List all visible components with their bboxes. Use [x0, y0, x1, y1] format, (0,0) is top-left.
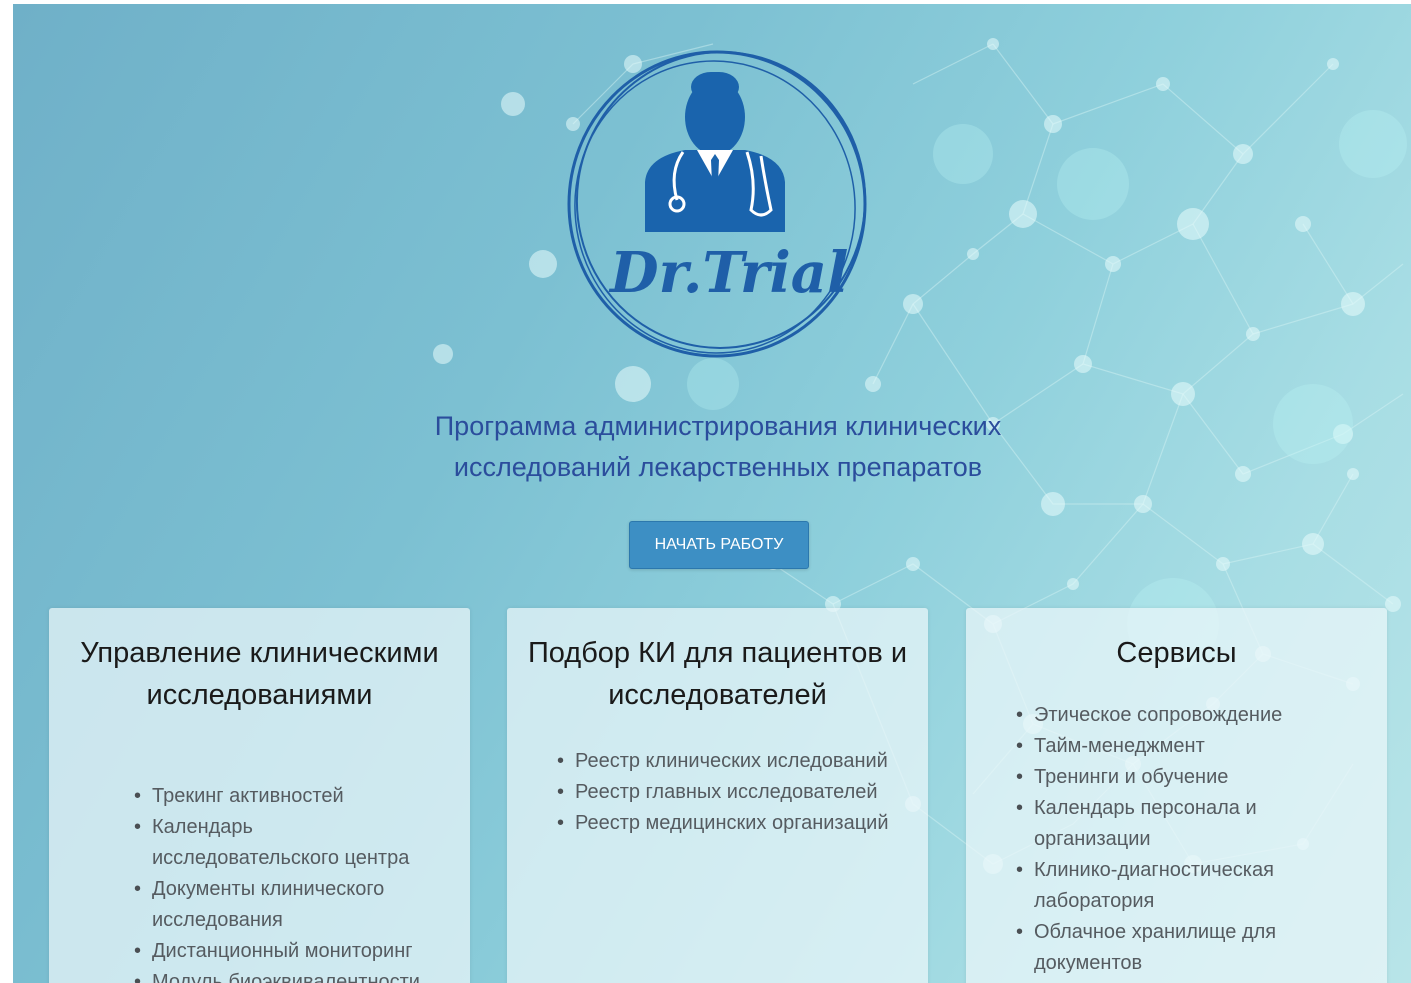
start-work-button[interactable]: НАЧАТЬ РАБОТУ: [629, 521, 809, 569]
subtitle-line-1: Программа администрирования клинических: [434, 411, 1002, 441]
list-item: Тренинги и обучение: [1016, 762, 1336, 793]
logo-text: Dr.Trial: [608, 240, 848, 306]
list-item: Тайм-менеджмент: [1016, 731, 1336, 762]
card-feature-list: Реестр клинических иследований Реестр гл…: [557, 746, 917, 839]
list-item: Модуль биоэквивалентности: [134, 967, 444, 983]
card-feature-list: Трекинг активностей Календарь исследоват…: [134, 781, 444, 983]
subtitle-line-2: исследований лекарственных препаратов: [453, 452, 983, 482]
card-title-line-1: Управление клиническими: [80, 637, 439, 669]
card-title-line-2: исследователей: [608, 679, 827, 711]
feature-card-clinical-management: Управление клиническими исследованиями Т…: [49, 608, 470, 983]
feature-card-trial-matching: Подбор КИ для пациентов и исследователей…: [507, 608, 928, 983]
card-title-line-1: Подбор КИ для пациентов и: [527, 637, 908, 669]
list-item: Реестр главных исследователей: [557, 777, 917, 808]
list-item: Этическое сопровождение: [1016, 700, 1336, 731]
card-title-line-2: исследованиями: [146, 679, 373, 711]
hero-section: Dr.Trial Программа администрирования кли…: [13, 4, 1411, 983]
list-item: Дистанционный мониторинг: [134, 936, 444, 967]
dr-trial-logo: Dr.Trial: [567, 50, 867, 358]
card-title: Управление клиническими исследованиями: [49, 608, 470, 716]
feature-card-services: Сервисы Этическое сопровождение Тайм-мен…: [966, 608, 1387, 983]
list-item: Документы клинического исследования: [134, 874, 444, 936]
card-title: Сервисы: [1116, 637, 1237, 669]
list-item: Клинико-диагностическая лаборатория: [1016, 855, 1336, 917]
list-item: Реестр клинических иследований: [557, 746, 917, 777]
card-feature-list: Этическое сопровождение Тайм-менеджмент …: [1016, 700, 1336, 979]
doctor-stethoscope-icon: [645, 72, 785, 232]
card-title: Подбор КИ для пациентов и исследователей: [507, 608, 928, 716]
list-item: Календарь персонала и организации: [1016, 793, 1336, 855]
list-item: Календарь исследовательского центра: [134, 812, 444, 874]
list-item: Облачное хранилище для документов: [1016, 917, 1336, 979]
list-item: Реестр медицинских организаций: [557, 808, 917, 839]
subtitle: Программа администрирования клинических …: [353, 406, 1083, 488]
list-item: Трекинг активностей: [134, 781, 444, 812]
